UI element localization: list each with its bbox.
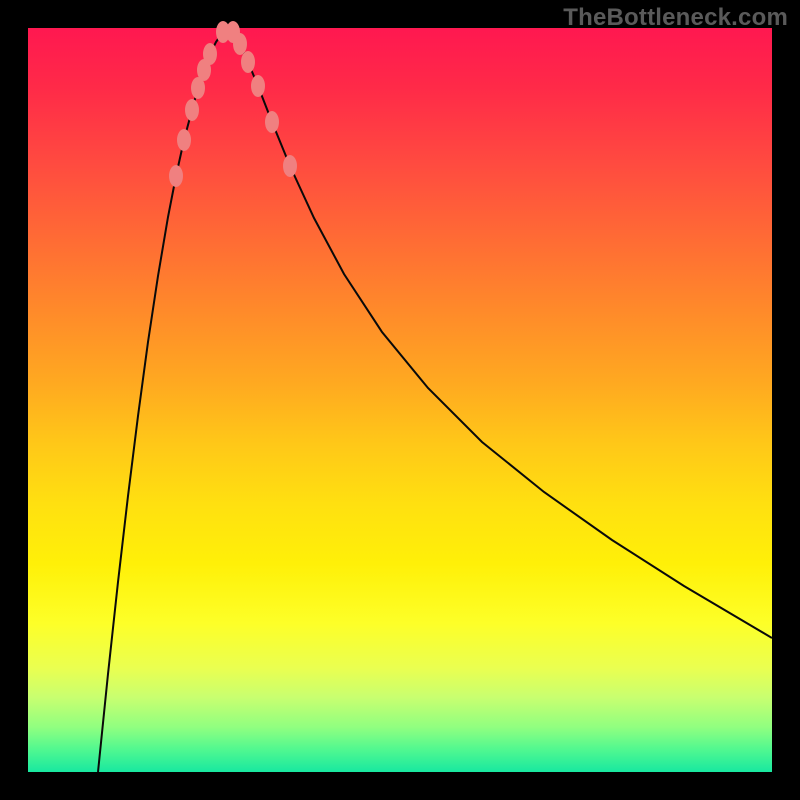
curve-svg — [28, 28, 772, 772]
chart-frame: TheBottleneck.com — [0, 0, 800, 800]
marker-right-5 — [283, 155, 297, 177]
marker-right-3 — [251, 75, 265, 97]
marker-right-4 — [265, 111, 279, 133]
marker-left-5 — [203, 43, 217, 65]
marker-left-0 — [169, 165, 183, 187]
curve-left — [98, 32, 223, 772]
marker-left-2 — [185, 99, 199, 121]
marker-right-2 — [241, 51, 255, 73]
plot-area — [28, 28, 772, 772]
watermark-text: TheBottleneck.com — [563, 4, 788, 32]
curve-right — [233, 32, 772, 638]
marker-left-1 — [177, 129, 191, 151]
